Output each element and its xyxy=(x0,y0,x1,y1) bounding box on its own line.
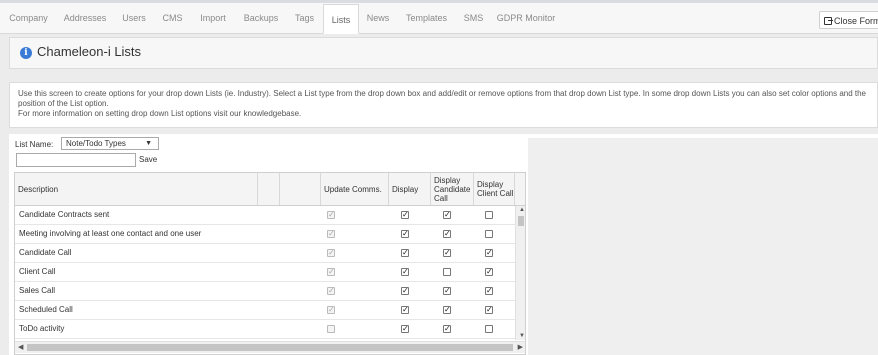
candidate-call-checkbox[interactable]: ✓ xyxy=(443,287,451,295)
list-name-select[interactable]: Note/Todo Types ▼ xyxy=(61,137,159,150)
row-description: Scheduled Call xyxy=(19,305,73,314)
display-checkbox[interactable]: ✓ xyxy=(401,230,409,238)
client-call-checkbox[interactable]: ✓ xyxy=(485,249,493,257)
display-checkbox[interactable]: ✓ xyxy=(401,249,409,257)
tab-users[interactable]: Users xyxy=(113,3,155,33)
info-panel: Use this screen to create options for yo… xyxy=(9,82,878,128)
list-name-value: Note/Todo Types xyxy=(66,139,126,148)
page-title: Chameleon-i Lists xyxy=(37,44,142,59)
list-editor: List Name: Note/Todo Types ▼ Save Descri… xyxy=(9,134,878,355)
col-display-label: Display xyxy=(392,184,419,194)
save-button[interactable]: Save xyxy=(139,155,157,164)
update-comms-checkbox xyxy=(327,325,335,333)
col-display-client-call[interactable]: Display Client Call xyxy=(474,173,515,205)
client-call-checkbox[interactable] xyxy=(485,211,493,219)
display-checkbox[interactable]: ✓ xyxy=(401,306,409,314)
row-description: Meeting involving at least one contact a… xyxy=(19,229,202,238)
col-blank-2 xyxy=(280,173,321,205)
client-call-checkbox[interactable]: ✓ xyxy=(485,287,493,295)
tab-cms[interactable]: CMS xyxy=(155,3,190,33)
client-call-checkbox[interactable] xyxy=(485,230,493,238)
dropdown-arrow-icon: ▼ xyxy=(145,140,152,147)
col-display-client-call-label: Display Client Call xyxy=(477,180,514,198)
scroll-left-icon[interactable]: ◀ xyxy=(18,343,23,351)
row-description: Candidate Contracts sent xyxy=(19,210,110,219)
row-description: Sales Call xyxy=(19,286,56,295)
update-comms-checkbox: ✓ xyxy=(327,210,335,219)
col-display[interactable]: Display xyxy=(389,173,431,205)
table-row[interactable]: Sales Call ✓ ✓ ✓ ✓ xyxy=(15,282,515,301)
row-description: Client Call xyxy=(19,267,56,276)
scroll-up-icon[interactable]: ▲ xyxy=(519,207,525,213)
tab-gdpr-monitor[interactable]: GDPR Monitor xyxy=(491,3,561,33)
candidate-call-checkbox[interactable]: ✓ xyxy=(443,249,451,257)
vertical-scroll-thumb[interactable] xyxy=(518,216,524,226)
display-checkbox[interactable]: ✓ xyxy=(401,325,409,333)
close-form-button[interactable]: Close Form xyxy=(819,11,878,29)
options-grid: Description Update Comms. Display Displa… xyxy=(14,172,526,355)
display-checkbox[interactable]: ✓ xyxy=(401,287,409,295)
tab-company[interactable]: Company xyxy=(0,3,57,33)
table-row[interactable]: Candidate Contracts sent ✓ ✓ ✓ xyxy=(15,206,515,225)
table-row[interactable]: Scheduled Call ✓ ✓ ✓ ✓ xyxy=(15,301,515,320)
candidate-call-checkbox[interactable]: ✓ xyxy=(443,325,451,333)
title-panel: i Chameleon-i Lists xyxy=(9,37,878,69)
tab-lists[interactable]: Lists xyxy=(323,4,359,34)
tab-templates[interactable]: Templates xyxy=(397,3,456,33)
client-call-checkbox[interactable]: ✓ xyxy=(485,306,493,314)
tab-tags[interactable]: Tags xyxy=(286,3,323,33)
vertical-scrollbar[interactable]: ▲ ▼ xyxy=(515,206,525,340)
candidate-call-checkbox[interactable]: ✓ xyxy=(443,306,451,314)
row-description: Candidate Call xyxy=(19,248,72,257)
close-form-label: Close Form xyxy=(834,16,878,26)
col-display-candidate-call-label: Display Candidate Call xyxy=(434,175,471,203)
col-display-candidate-call[interactable]: Display Candidate Call xyxy=(431,173,474,205)
table-row[interactable]: Candidate Call ✓ ✓ ✓ ✓ xyxy=(15,244,515,263)
update-comms-checkbox: ✓ xyxy=(327,267,335,276)
col-description[interactable]: Description xyxy=(15,173,258,205)
row-description: ToDo activity xyxy=(19,324,65,333)
horizontal-scrollbar[interactable]: ◀ ▶ xyxy=(15,341,525,353)
candidate-call-checkbox[interactable] xyxy=(443,268,451,276)
display-checkbox[interactable]: ✓ xyxy=(401,211,409,219)
scroll-down-icon[interactable]: ▼ xyxy=(519,333,525,339)
candidate-call-checkbox[interactable]: ✓ xyxy=(443,230,451,238)
new-option-input[interactable] xyxy=(16,153,136,167)
info-text: Use this screen to create options for yo… xyxy=(18,89,867,108)
col-description-label: Description xyxy=(18,184,59,194)
table-row[interactable]: ToDo activity ✓ ✓ xyxy=(15,320,515,339)
update-comms-checkbox: ✓ xyxy=(327,305,335,314)
list-name-label: List Name: xyxy=(15,140,54,149)
client-call-checkbox[interactable]: ✓ xyxy=(485,268,493,276)
table-row[interactable]: Client Call ✓ ✓ ✓ xyxy=(15,263,515,282)
tab-bar: Company Addresses Users CMS Import Backu… xyxy=(0,3,878,34)
col-update-comms[interactable]: Update Comms. xyxy=(321,173,389,205)
horizontal-scroll-thumb[interactable] xyxy=(27,344,513,351)
detail-pane xyxy=(528,138,878,355)
info-link-text: For more information on setting drop dow… xyxy=(18,109,302,118)
tab-import[interactable]: Import xyxy=(190,3,236,33)
grid-header: Description Update Comms. Display Displa… xyxy=(15,173,525,206)
client-call-checkbox[interactable] xyxy=(485,325,493,333)
tab-news[interactable]: News xyxy=(359,3,397,33)
tab-backups[interactable]: Backups xyxy=(236,3,286,33)
table-row[interactable]: Meeting involving at least one contact a… xyxy=(15,225,515,244)
tab-sms[interactable]: SMS xyxy=(456,3,491,33)
display-checkbox[interactable]: ✓ xyxy=(401,268,409,276)
col-update-comms-label: Update Comms. xyxy=(324,184,382,194)
update-comms-checkbox: ✓ xyxy=(327,229,335,238)
candidate-call-checkbox[interactable]: ✓ xyxy=(443,211,451,219)
tab-addresses[interactable]: Addresses xyxy=(57,3,113,33)
exit-icon xyxy=(824,17,833,25)
col-blank-1 xyxy=(258,173,280,205)
update-comms-checkbox: ✓ xyxy=(327,286,335,295)
scroll-right-icon[interactable]: ▶ xyxy=(518,343,523,351)
info-icon: i xyxy=(20,47,32,59)
update-comms-checkbox: ✓ xyxy=(327,248,335,257)
